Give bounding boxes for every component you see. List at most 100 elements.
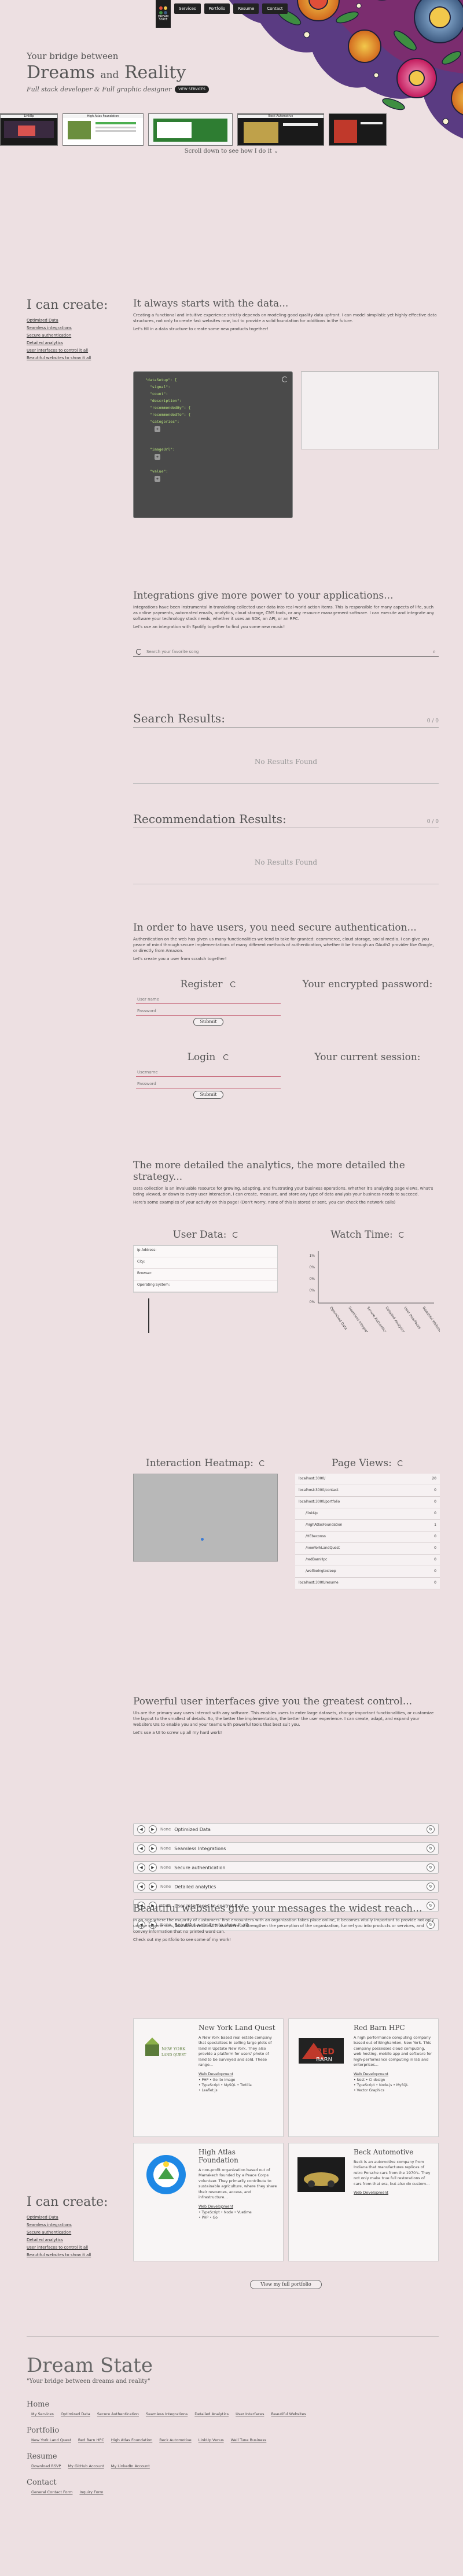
refresh-icon[interactable] bbox=[398, 1232, 405, 1238]
sidebar-item-integrations[interactable]: Seamless integrations bbox=[27, 326, 128, 330]
nav-resume[interactable]: Resume bbox=[233, 3, 259, 14]
ui-control-row[interactable]: ◀ ▶ None Optimized Data ↻ bbox=[133, 1823, 439, 1836]
arrow-left-icon[interactable]: ◀ bbox=[137, 1844, 145, 1852]
add-field-button[interactable]: + bbox=[155, 476, 160, 482]
arrow-right-icon[interactable]: ▶ bbox=[149, 1883, 157, 1891]
card-title[interactable]: Beck Automotive bbox=[354, 2148, 432, 2156]
register-password-input[interactable] bbox=[136, 1006, 281, 1016]
footer-link[interactable]: LinkUp Venus bbox=[199, 2438, 224, 2442]
reset-icon[interactable]: ↻ bbox=[427, 1883, 435, 1891]
refresh-icon[interactable] bbox=[136, 648, 142, 655]
ui-control-row[interactable]: ◀ ▶ None Secure authentication ↻ bbox=[133, 1861, 439, 1874]
spotify-search[interactable]: ⌕ bbox=[133, 647, 439, 657]
card-category[interactable]: Web Development bbox=[199, 2204, 277, 2209]
sidebar-item-interfaces[interactable]: User interfaces to control it all bbox=[27, 348, 128, 353]
arrow-right-icon[interactable]: ▶ bbox=[149, 1844, 157, 1852]
arrow-left-icon[interactable]: ◀ bbox=[137, 1863, 145, 1872]
footer-link[interactable]: Well Tune Business bbox=[231, 2438, 267, 2442]
portfolio-card[interactable]: NEW YORK LAND QUEST New York Land Quest A… bbox=[133, 2018, 284, 2137]
footer-portfolio-heading[interactable]: Portfolio bbox=[27, 2426, 59, 2435]
card-description: A non-profit organization based out of M… bbox=[199, 2168, 277, 2200]
shot-red-barn[interactable] bbox=[329, 113, 387, 146]
refresh-icon[interactable] bbox=[397, 1460, 403, 1466]
refresh-icon[interactable] bbox=[223, 1054, 230, 1060]
nav-services[interactable]: Services bbox=[174, 3, 201, 14]
card-title[interactable]: Red Barn HPC bbox=[354, 2024, 432, 2032]
sidebar-item-authentication[interactable]: Secure authentication bbox=[27, 333, 128, 338]
nav-contact[interactable]: Contact bbox=[262, 3, 288, 14]
portfolio-card[interactable]: RED BARN Red Barn HPC A high performance … bbox=[288, 2018, 439, 2137]
reset-icon[interactable]: ↻ bbox=[427, 1825, 435, 1833]
search-empty: No Results Found bbox=[133, 758, 439, 784]
footer-link[interactable]: My Services bbox=[31, 2412, 54, 2416]
sidebar-item-websites[interactable]: Beautiful websites to show it all bbox=[27, 356, 128, 360]
footer-link[interactable]: My GitHub Account bbox=[68, 2464, 104, 2468]
footer-resume-links: Download RSVP My GitHub Account My Linke… bbox=[31, 2464, 150, 2468]
footer-link[interactable]: Seamless Integrations bbox=[146, 2412, 188, 2416]
refresh-icon[interactable] bbox=[232, 1232, 238, 1238]
footer-resume-heading[interactable]: Resume bbox=[27, 2452, 57, 2461]
login-username-input[interactable] bbox=[136, 1068, 281, 1077]
card-title[interactable]: High Atlas Foundation bbox=[199, 2148, 277, 2164]
refresh-icon[interactable] bbox=[259, 1460, 265, 1466]
footer-link[interactable]: Download RSVP bbox=[31, 2464, 61, 2468]
sidebar-item-optimized-data[interactable]: Optimized Data bbox=[27, 2215, 128, 2220]
logo[interactable]: DREAM STATE bbox=[156, 0, 171, 28]
add-field-button[interactable]: + bbox=[155, 454, 160, 460]
ui-row-label: Optimized Data bbox=[174, 1826, 211, 1832]
footer-link[interactable]: User Interfaces bbox=[236, 2412, 264, 2416]
footer-contact-heading[interactable]: Contact bbox=[27, 2478, 57, 2487]
data-structure-editor[interactable]: "dataSetup": [ "signal": "count": "descr… bbox=[133, 371, 293, 518]
footer-link[interactable]: Secure Authentication bbox=[97, 2412, 139, 2416]
footer-link[interactable]: Beck Automotive bbox=[159, 2438, 191, 2442]
hero-line1: Your bridge between bbox=[27, 51, 119, 61]
register-submit-button[interactable]: Submit bbox=[193, 1018, 223, 1026]
arrow-left-icon[interactable]: ◀ bbox=[137, 1825, 145, 1833]
refresh-icon[interactable] bbox=[230, 981, 237, 987]
sidebar-item-analytics[interactable]: Detailed analytics bbox=[27, 341, 128, 345]
sidebar-item-websites[interactable]: Beautiful websites to show it all bbox=[27, 2253, 128, 2257]
card-title[interactable]: New York Land Quest bbox=[199, 2024, 277, 2032]
ui-control-row[interactable]: ◀ ▶ None Seamless Integrations ↻ bbox=[133, 1842, 439, 1855]
arrow-right-icon[interactable]: ▶ bbox=[149, 1825, 157, 1833]
ui-control-row[interactable]: ◀ ▶ None Detailed analytics ↻ bbox=[133, 1880, 439, 1893]
view-full-portfolio-button[interactable]: View my full portfolio bbox=[250, 2280, 322, 2289]
shot-high-atlas[interactable]: High Atlas Foundation bbox=[63, 113, 144, 146]
arrow-right-icon[interactable]: ▶ bbox=[149, 1863, 157, 1872]
footer-link[interactable]: Detailed Analytics bbox=[194, 2412, 229, 2416]
shot-linkup[interactable]: LinkUp bbox=[0, 113, 58, 146]
footer-link[interactable]: High Atlas Foundation bbox=[111, 2438, 152, 2442]
footer-home-heading[interactable]: Home bbox=[27, 2400, 49, 2409]
shot-beck[interactable]: Beck Automotive bbox=[237, 113, 324, 146]
nav-portfolio[interactable]: Portfolio bbox=[204, 3, 230, 14]
portfolio-card[interactable]: High Atlas Foundation A non-profit organ… bbox=[133, 2143, 284, 2261]
login-password-input[interactable] bbox=[136, 1079, 281, 1088]
sidebar-item-analytics[interactable]: Detailed analytics bbox=[27, 2238, 128, 2242]
register-username-input[interactable] bbox=[136, 995, 281, 1004]
heatmap-point bbox=[201, 1538, 204, 1541]
footer-link[interactable]: Red Barn HPC bbox=[78, 2438, 104, 2442]
footer-link[interactable]: Beautiful Websites bbox=[271, 2412, 306, 2416]
footer-link[interactable]: Inquiry Form bbox=[79, 2490, 103, 2494]
sidebar-item-integrations[interactable]: Seamless integrations bbox=[27, 2223, 128, 2227]
card-category[interactable]: Web Development bbox=[199, 2072, 277, 2076]
reset-icon[interactable]: ↻ bbox=[427, 1844, 435, 1852]
login-submit-button[interactable]: Submit bbox=[193, 1091, 223, 1099]
card-category[interactable]: Web Development bbox=[354, 2072, 432, 2076]
sidebar-item-optimized-data[interactable]: Optimized Data bbox=[27, 318, 128, 323]
portfolio-card[interactable]: Beck Automotive Beck is an automotive co… bbox=[288, 2143, 439, 2261]
sidebar-item-interfaces[interactable]: User interfaces to control it all bbox=[27, 2245, 128, 2250]
footer-link[interactable]: General Contact Form bbox=[31, 2490, 72, 2494]
arrow-left-icon[interactable]: ◀ bbox=[137, 1883, 145, 1891]
reset-icon[interactable]: ↻ bbox=[427, 1863, 435, 1872]
footer-link[interactable]: Optimized Data bbox=[61, 2412, 90, 2416]
refresh-icon[interactable] bbox=[282, 377, 288, 382]
search-icon[interactable]: ⌕ bbox=[433, 649, 436, 655]
card-category[interactable]: Web Development bbox=[354, 2190, 432, 2195]
song-search-input[interactable] bbox=[146, 649, 428, 654]
add-field-button[interactable]: + bbox=[155, 426, 160, 432]
footer-link[interactable]: My LinkedIn Account bbox=[111, 2464, 150, 2468]
view-services-button[interactable]: VIEW SERVICES bbox=[175, 86, 209, 93]
footer-link[interactable]: New York Land Quest bbox=[31, 2438, 71, 2442]
sidebar-item-authentication[interactable]: Secure authentication bbox=[27, 2230, 128, 2235]
